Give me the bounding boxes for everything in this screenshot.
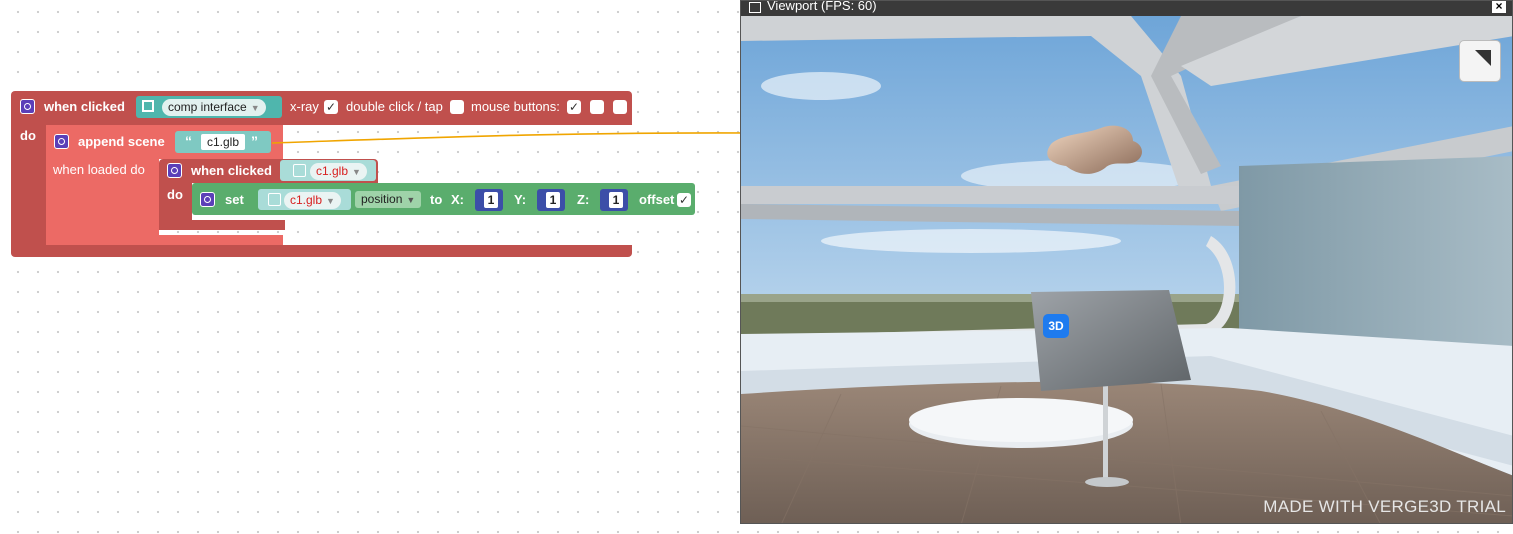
xray-checkbox[interactable]: ✓ [324,100,338,114]
close-button[interactable]: × [1492,1,1506,13]
inner-when-clicked-bottom [159,220,285,230]
puzzle-workspace[interactable]: when clicked comp interface ▼ x-ray ✓ dou… [0,0,740,534]
event-label: when clicked [44,99,125,114]
scene-render [741,16,1512,523]
inner-event-label: when clicked [191,163,272,178]
offset-label: offset [639,192,675,207]
gear-icon[interactable] [200,192,215,207]
chevron-down-icon: ▼ [250,103,260,113]
gear-icon[interactable] [20,99,35,114]
chevron-down-icon: ▼ [352,167,361,177]
mouse-right-checkbox[interactable] [613,100,627,114]
inner-object-selector[interactable]: c1.glb ▼ [280,160,376,181]
gear-icon[interactable] [54,134,69,149]
set-object-selector[interactable]: c1.glb ▼ [258,189,351,210]
viewport-icon [749,2,761,13]
set-label: set [225,192,244,207]
append-scene-bottom [46,235,283,245]
set-object-value: c1.glb [290,193,323,207]
chevron-down-icon: ▼ [406,195,416,205]
x-label: X: [451,192,464,207]
x-number-block[interactable]: 1 [475,189,503,211]
inner-do-label: do [167,187,183,202]
close-quote-icon: ” [251,133,258,149]
property-value: position [361,192,403,206]
object-dropdown-value: comp interface [168,100,247,114]
3d-badge: 3D [1043,314,1069,338]
file-string-block[interactable]: “ c1.glb ” [175,131,271,153]
mouse-left-checkbox[interactable]: ✓ [567,100,581,114]
z-number-block[interactable]: 1 [600,189,628,211]
fullscreen-button[interactable] [1459,40,1501,82]
z-label: Z: [577,192,590,207]
chevron-down-icon: ▼ [326,196,335,206]
inner-object-value: c1.glb [316,164,349,178]
gear-icon[interactable] [167,163,182,178]
interface-icon [142,100,154,112]
mouse-middle-checkbox[interactable] [590,100,604,114]
append-scene-label: append scene [78,134,165,149]
viewport-title: Viewport (FPS: 60) [767,0,877,13]
object-dropdown[interactable]: comp interface ▼ [162,99,266,116]
dblclick-checkbox[interactable] [450,100,464,114]
y-number-block[interactable]: 1 [537,189,565,211]
when-loaded-label: when loaded do [53,162,145,177]
watermark-text: MADE WITH VERGE3D TRIAL [1263,497,1506,516]
z-value-input[interactable]: 1 [609,192,623,208]
mouse-buttons-label: mouse buttons: [471,99,560,114]
set-object-dropdown[interactable]: c1.glb ▼ [284,192,341,209]
object-selector[interactable]: comp interface ▼ [136,96,282,118]
xray-label: x-ray [290,99,319,114]
cube-icon [268,193,281,206]
viewport-titlebar[interactable]: Viewport (FPS: 60) × [741,1,1512,16]
y-value-input[interactable]: 1 [546,192,560,208]
cube-icon [293,164,306,177]
3d-scene[interactable]: 3D MADE WITH VERGE3D TRIAL [741,16,1512,523]
when-clicked-block-bottom [11,245,632,257]
x-value-input[interactable]: 1 [484,192,498,208]
do-label: do [20,128,36,143]
inner-object-dropdown[interactable]: c1.glb ▼ [310,163,367,180]
y-label: Y: [514,192,527,207]
open-quote-icon: “ [185,133,192,149]
dblclick-label: double click / tap [346,99,443,114]
viewport-panel[interactable]: Viewport (FPS: 60) × 3D MADE WITH VERGE3… [740,0,1513,524]
file-input[interactable]: c1.glb [201,134,246,150]
property-dropdown[interactable]: position ▼ [355,191,422,208]
to-label: to [430,192,443,207]
offset-checkbox[interactable]: ✓ [677,193,691,207]
